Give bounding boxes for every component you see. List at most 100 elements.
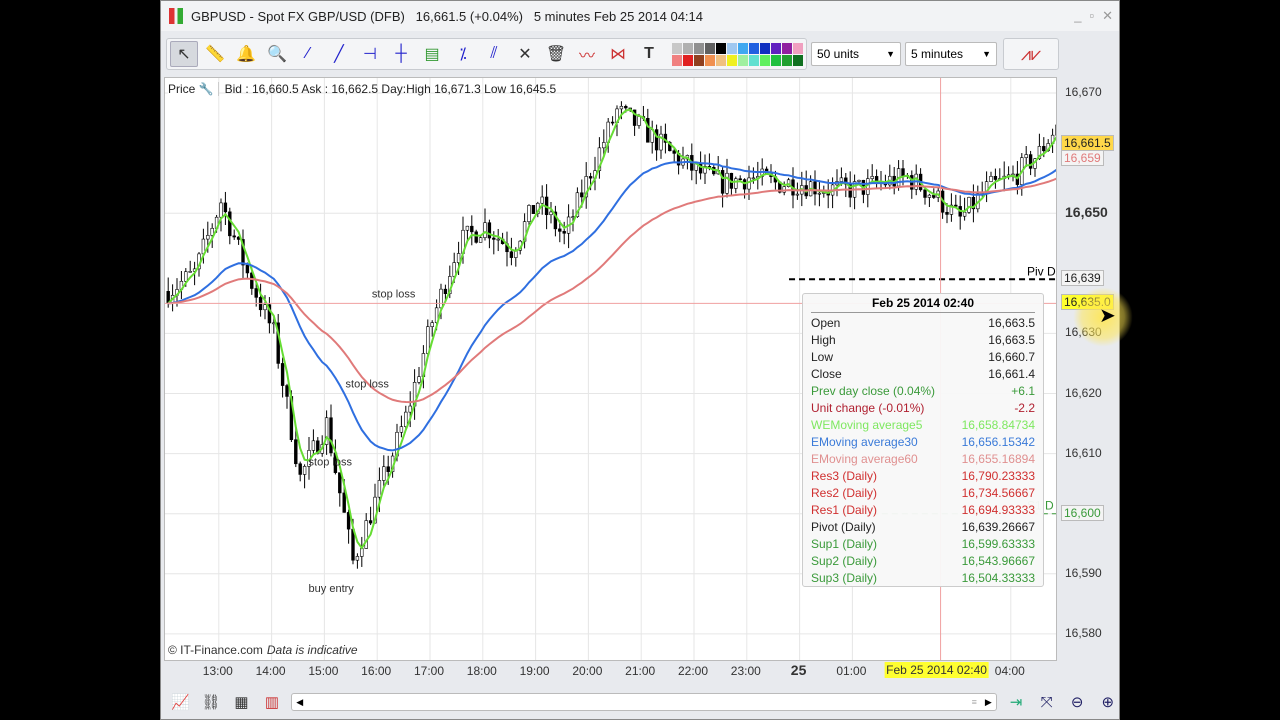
vertical-line-icon[interactable]: ┼ — [387, 41, 415, 67]
color-swatch[interactable] — [793, 42, 803, 54]
pointer-icon[interactable]: ↖ — [170, 41, 198, 67]
color-swatch[interactable] — [749, 54, 759, 66]
minimize-button[interactable]: _ — [1074, 8, 1081, 24]
price-axis[interactable]: 16,67016,65016,63016,62016,61016,59016,5… — [1057, 77, 1119, 661]
color-swatch[interactable] — [672, 42, 682, 54]
candle-body — [610, 121, 615, 124]
candle-body — [377, 480, 382, 498]
parallel-lines-icon[interactable]: ⫽ — [480, 41, 508, 67]
scroll-end-icon[interactable]: ⇥ — [1005, 691, 1028, 713]
color-swatch[interactable] — [705, 54, 715, 66]
x-tick-label: 23:00 — [730, 664, 761, 678]
candle-body — [474, 231, 478, 243]
tooltip-label: Sup2 (Daily) — [811, 554, 878, 568]
color-swatch[interactable] — [727, 54, 737, 66]
title-bar: GBPUSD - Spot FX GBP/USD (DFB) 16,661.5 … — [161, 1, 1119, 31]
y-tick-label: 16,610 — [1065, 445, 1102, 460]
horizontal-line-icon[interactable]: ⊣ — [356, 41, 384, 67]
x-tick-label: 13:00 — [202, 664, 233, 678]
color-swatch[interactable] — [683, 42, 693, 54]
candle-body — [404, 411, 408, 427]
color-swatch[interactable] — [716, 42, 726, 54]
candle-body — [637, 116, 641, 126]
zoom-in-icon[interactable]: ⊕ — [1096, 691, 1119, 713]
color-swatch[interactable] — [672, 54, 682, 66]
time-axis[interactable]: 13:00 14:00 15:00 16:00 17:00 18:00 19:00 20:00… — [164, 661, 1057, 681]
scroll-left-icon[interactable]: ◀ — [296, 697, 303, 708]
indicator-icon[interactable]: 〰 — [573, 41, 601, 67]
trendline-icon[interactable]: ╱ — [325, 41, 353, 67]
wave-icon[interactable]: ⋈ — [604, 41, 632, 67]
zoom-out-icon[interactable]: ⊖ — [1066, 691, 1089, 713]
chart-type-icon[interactable]: 📈 — [169, 691, 192, 713]
indicators-list-icon[interactable]: ▥ — [261, 691, 284, 713]
candle-body — [399, 426, 404, 433]
color-swatch[interactable] — [738, 42, 748, 54]
candle-body — [311, 440, 316, 451]
candle-body — [219, 202, 223, 218]
color-swatch[interactable] — [760, 54, 770, 66]
trash-icon[interactable]: 🗑 — [542, 41, 570, 67]
candle-body — [580, 192, 584, 198]
window-title-interval: 5 minutes — [533, 8, 591, 24]
color-swatch[interactable] — [694, 54, 704, 66]
color-swatch[interactable] — [782, 42, 792, 54]
tooltip-label: Close — [811, 367, 842, 381]
candle-body — [923, 189, 927, 198]
color-swatch[interactable] — [749, 42, 759, 54]
interval-select[interactable]: 5 minutes ▼ — [905, 42, 997, 66]
scroll-grip-icon[interactable]: ≡ — [972, 697, 977, 707]
tooltip-row: Unit change (-0.01%) -2.2 — [811, 400, 1035, 417]
color-swatch[interactable] — [771, 42, 781, 54]
color-swatch[interactable] — [793, 54, 803, 66]
indicators-button[interactable]: ⩘⩗ — [1003, 38, 1059, 70]
color-palette[interactable] — [672, 42, 803, 66]
color-swatch[interactable] — [738, 54, 748, 66]
color-swatch[interactable] — [705, 42, 715, 54]
line-icon[interactable]: ⁄ — [294, 41, 322, 67]
price-label-text: Price — [168, 82, 196, 96]
candle-body — [901, 168, 905, 177]
wrench-icon[interactable]: 🔧 — [199, 82, 214, 96]
x-tick-label: 18:00 — [466, 664, 497, 678]
color-swatch[interactable] — [694, 42, 704, 54]
restore-button[interactable]: ▫ — [1089, 8, 1094, 24]
tooltip-label: Unit change (-0.01%) — [811, 401, 925, 415]
zoom-icon[interactable]: 🔍 — [263, 41, 291, 67]
scroll-right-icon[interactable]: ▶ — [985, 697, 992, 708]
color-swatch[interactable] — [683, 54, 693, 66]
fibonacci-icon[interactable]: ▤ — [418, 41, 446, 67]
candlestick-logo-icon — [169, 8, 183, 24]
color-swatch[interactable] — [716, 54, 726, 66]
x-tick-label: 01:00 — [836, 664, 867, 678]
candle-body — [932, 194, 936, 198]
candle-body — [624, 105, 628, 109]
color-swatch[interactable] — [760, 42, 770, 54]
tooltip-value: 16,694.93333 — [961, 503, 1035, 517]
candle-body — [720, 170, 725, 194]
ruler-icon[interactable]: 📏 — [201, 41, 229, 67]
horizontal-scrollbar[interactable]: ◀ ≡ ▶ — [291, 693, 997, 711]
units-select[interactable]: 50 units ▼ — [811, 42, 901, 66]
annotation-label: stop loss — [346, 378, 390, 390]
tools-icon[interactable]: ✕ — [511, 41, 539, 67]
text-icon[interactable]: T — [635, 41, 663, 67]
price-label[interactable]: Price 🔧 — [168, 82, 219, 96]
channel-icon[interactable]: ⁒ — [449, 41, 477, 67]
x-tick-label: 16:00 — [361, 664, 392, 678]
color-swatch[interactable] — [727, 42, 737, 54]
tooltip-label: Sup3 (Daily) — [811, 571, 878, 585]
candle-body — [298, 463, 302, 475]
candle-body — [857, 179, 861, 182]
autoscale-icon[interactable]: ⤧ — [1035, 691, 1058, 713]
color-swatch[interactable] — [782, 54, 792, 66]
link-icon[interactable]: ⛓ — [200, 691, 223, 713]
color-swatch[interactable] — [771, 54, 781, 66]
tooltip-row: Sup2 (Daily) 16,543.96667 — [811, 553, 1035, 570]
alert-bell-icon[interactable]: 🔔 — [232, 41, 260, 67]
table-icon[interactable]: ▦ — [230, 691, 253, 713]
close-button[interactable]: ✕ — [1102, 8, 1113, 24]
tooltip-row: Open 16,663.5 — [811, 315, 1035, 332]
tooltip-label: EMoving average60 — [811, 452, 918, 466]
x-tick-label: 17:00 — [413, 664, 445, 678]
